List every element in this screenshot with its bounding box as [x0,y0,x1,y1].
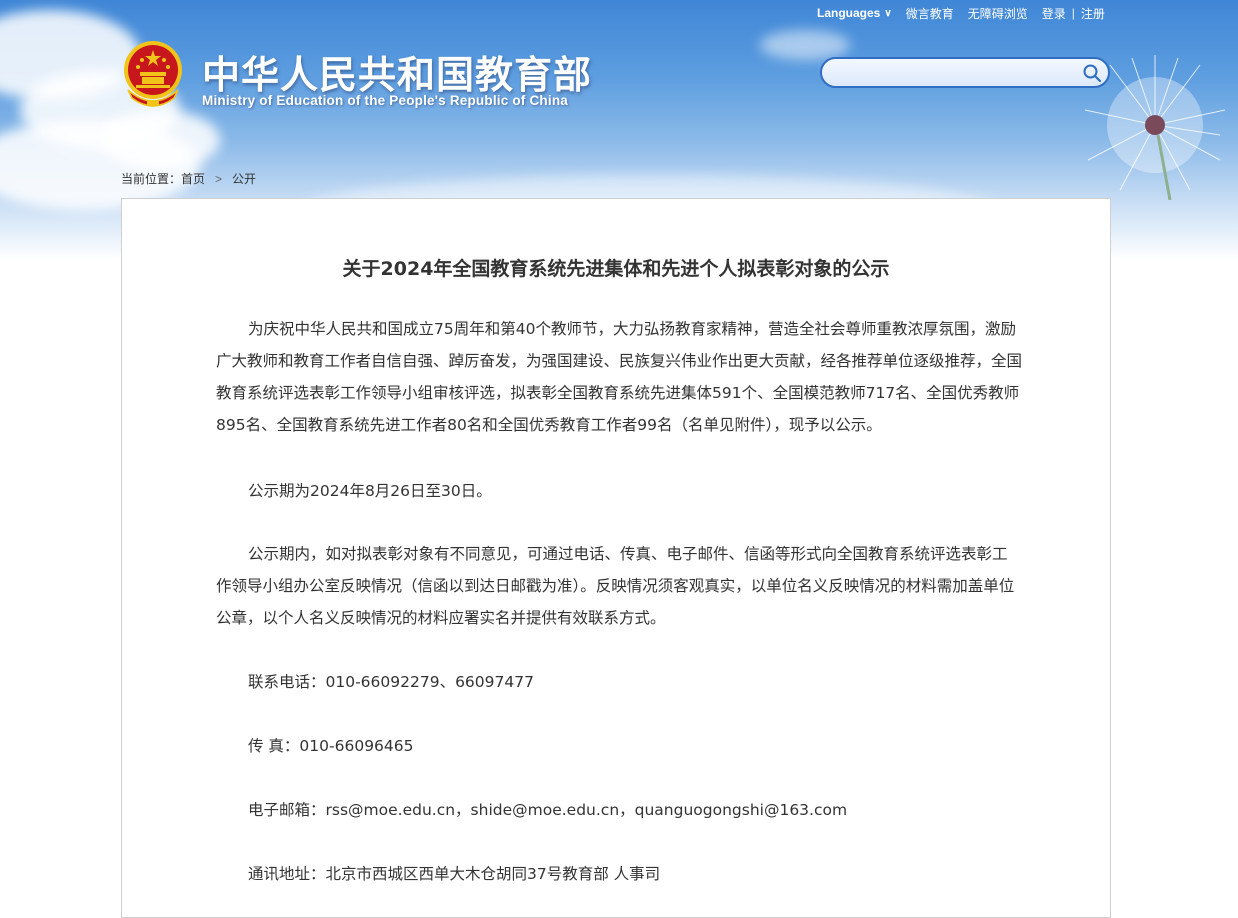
site-title[interactable]: 中华人民共和国教育部 [202,44,592,99]
languages-dropdown[interactable]: Languages ∨ [817,6,892,20]
breadcrumb: 当前位置： 首页 > 公开 [121,170,256,187]
chevron-down-icon: ∨ [884,7,892,19]
contact-fax: 传 真：010-66096465 [248,737,414,755]
article-container: 关于2024年全国教育系统先进集体和先进个人拟表彰对象的公示 为庆祝中华人民共和… [121,198,1111,918]
article-paragraph: 公示期内，如对拟表彰对象有不同意见，可通过电话、传真、电子邮件、信函等形式向全国… [216,545,1015,627]
register-link[interactable]: 注册 [1081,5,1105,22]
breadcrumb-prefix: 当前位置： [121,172,182,186]
languages-label: Languages [817,6,881,20]
search-icon[interactable] [1082,63,1102,83]
national-emblem-icon[interactable] [122,40,184,110]
article-paragraph: 公示期为2024年8月26日至30日。 [248,482,492,500]
chevron-right-icon: > [215,171,223,186]
weiyan-link[interactable]: 微言教育 [906,5,954,22]
search-input[interactable] [836,63,1080,85]
search-box [820,57,1110,88]
login-link[interactable]: 登录 [1042,5,1066,22]
contact-email: 电子邮箱：rss@moe.edu.cn，shide@moe.edu.cn，qua… [248,801,848,819]
breadcrumb-current[interactable]: 公开 [232,170,256,187]
breadcrumb-home[interactable]: 首页 [181,170,205,187]
article-title: 关于2024年全国教育系统先进集体和先进个人拟表彰对象的公示 [342,258,890,280]
contact-phone: 联系电话：010-66092279、66097477 [248,673,534,691]
accessibility-link[interactable]: 无障碍浏览 [968,5,1028,22]
site-subtitle: Ministry of Education of the People's Re… [202,93,568,108]
article-paragraph: 为庆祝中华人民共和国成立75周年和第40个教师节，大力弘扬教育家精神，营造全社会… [216,320,1023,434]
divider: | [1071,6,1075,20]
top-links: Languages ∨ 微言教育 无障碍浏览 登录 | 注册 [817,5,1105,21]
contact-address: 通讯地址：北京市西城区西单大木仓胡同37号教育部 人事司 [248,865,661,883]
